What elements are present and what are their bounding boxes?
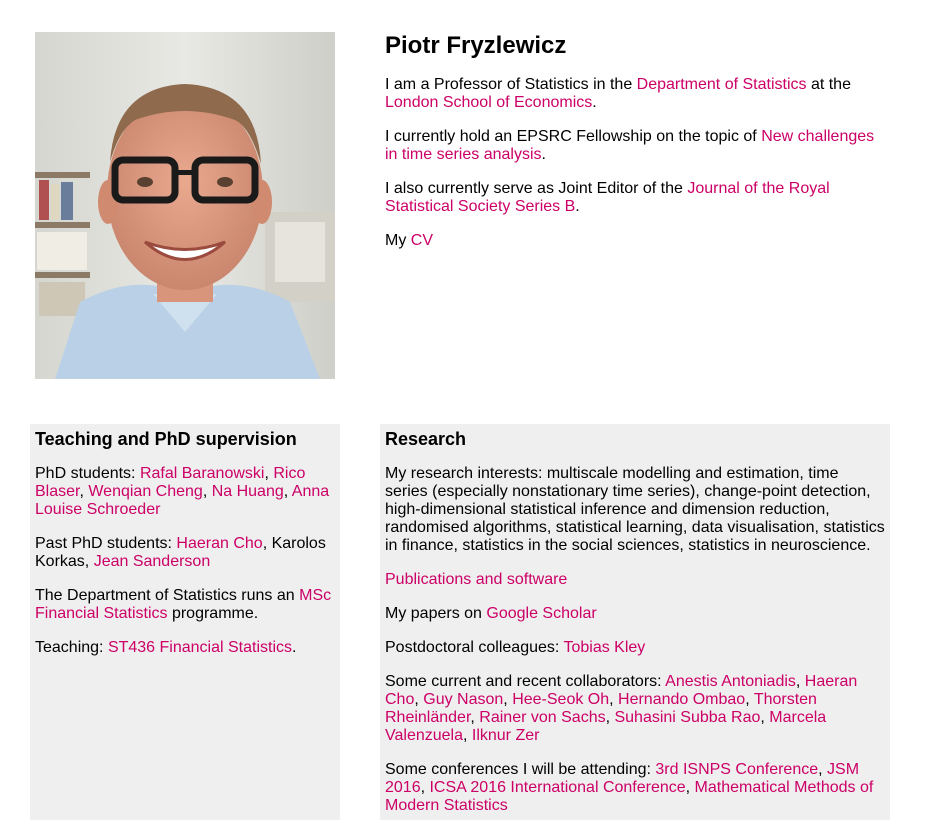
text: programme. [167, 605, 259, 622]
research-heading: Research [385, 429, 467, 449]
research-interests: My research interests: multiscale modell… [385, 465, 885, 554]
label: Past PhD students: [35, 535, 177, 552]
lse-link[interactable]: London School of Economics [385, 94, 592, 111]
conference-link[interactable]: ICSA 2016 International Conference [429, 779, 685, 796]
page-title: Piotr Fryzlewicz [385, 32, 567, 59]
collaborator-link[interactable]: Ilknur Zer [472, 727, 540, 744]
collaborator-link[interactable]: Suhasini Subba Rao [614, 709, 760, 726]
publications-paragraph: Publications and software [385, 571, 885, 589]
text: . [541, 146, 546, 163]
text: I am a Professor of Statistics in the [385, 76, 637, 93]
label: Postdoctoral colleagues: [385, 639, 564, 656]
label: Some current and recent collaborators: [385, 673, 666, 690]
teaching-course: Teaching: ST436 Financial Statistics. [35, 639, 335, 657]
text: . [292, 639, 297, 656]
department-link[interactable]: Department of Statistics [637, 76, 807, 93]
text: I also currently serve as Joint Editor o… [385, 180, 688, 197]
past-student-link[interactable]: Haeran Cho [176, 535, 262, 552]
google-scholar-link[interactable]: Google Scholar [486, 605, 596, 622]
postdoc-paragraph: Postdoctoral colleagues: Tobias Kley [385, 639, 885, 657]
publications-link[interactable]: Publications and software [385, 571, 567, 588]
collaborator-link[interactable]: Anestis Antoniadis [665, 673, 796, 690]
label: PhD students: [35, 465, 140, 482]
teaching-heading: Teaching and PhD supervision [35, 429, 297, 449]
scholar-paragraph: My papers on Google Scholar [385, 605, 885, 623]
text: The Department of Statistics runs an [35, 587, 300, 604]
phd-students: PhD students: Rafal Baranowski, Rico Bla… [35, 465, 330, 518]
conference-link[interactable]: 3rd ISNPS Conference [655, 761, 818, 778]
intro-paragraph-cv: My CV [385, 232, 890, 250]
msc-programme: The Department of Statistics runs an MSc… [35, 587, 335, 623]
student-link[interactable]: Na Huang [212, 483, 284, 500]
teaching-box: Teaching and PhD supervision PhD student… [30, 424, 340, 820]
collaborator-link[interactable]: Hee-Seok Oh [512, 691, 609, 708]
student-link[interactable]: Wenqian Cheng [88, 483, 202, 500]
profile-photo [35, 32, 335, 379]
label: Some conferences I will be attending: [385, 761, 656, 778]
collaborator-link[interactable]: Guy Nason [423, 691, 503, 708]
collaborator-link[interactable]: Rainer von Sachs [479, 709, 605, 726]
research-box: Research My research interests: multisca… [380, 424, 890, 820]
cv-link[interactable]: CV [411, 232, 433, 249]
conferences-paragraph: Some conferences I will be attending: 3r… [385, 761, 874, 814]
text: My papers on [385, 605, 487, 622]
label: Teaching: [35, 639, 108, 656]
intro-paragraph-fellowship: I currently hold an EPSRC Fellowship on … [385, 128, 890, 164]
text: . [592, 94, 597, 111]
intro-paragraph-editor: I also currently serve as Joint Editor o… [385, 180, 890, 216]
student-link[interactable]: Rafal Baranowski [140, 465, 265, 482]
text: at the [806, 76, 851, 93]
text: My [385, 232, 411, 249]
text: I currently hold an EPSRC Fellowship on … [385, 128, 762, 145]
collaborator-link[interactable]: Hernando Ombao [618, 691, 745, 708]
past-phd-students: Past PhD students: Haeran Cho, Karolos K… [35, 535, 335, 571]
past-student-link[interactable]: Jean Sanderson [94, 553, 211, 570]
intro-section: Piotr Fryzlewicz I am a Professor of Sta… [385, 32, 890, 250]
course-link[interactable]: ST436 Financial Statistics [108, 639, 292, 656]
collaborators-paragraph: Some current and recent collaborators: A… [385, 673, 858, 744]
text: . [575, 198, 580, 215]
postdoc-link[interactable]: Tobias Kley [563, 639, 645, 656]
intro-paragraph-position: I am a Professor of Statistics in the De… [385, 76, 890, 112]
